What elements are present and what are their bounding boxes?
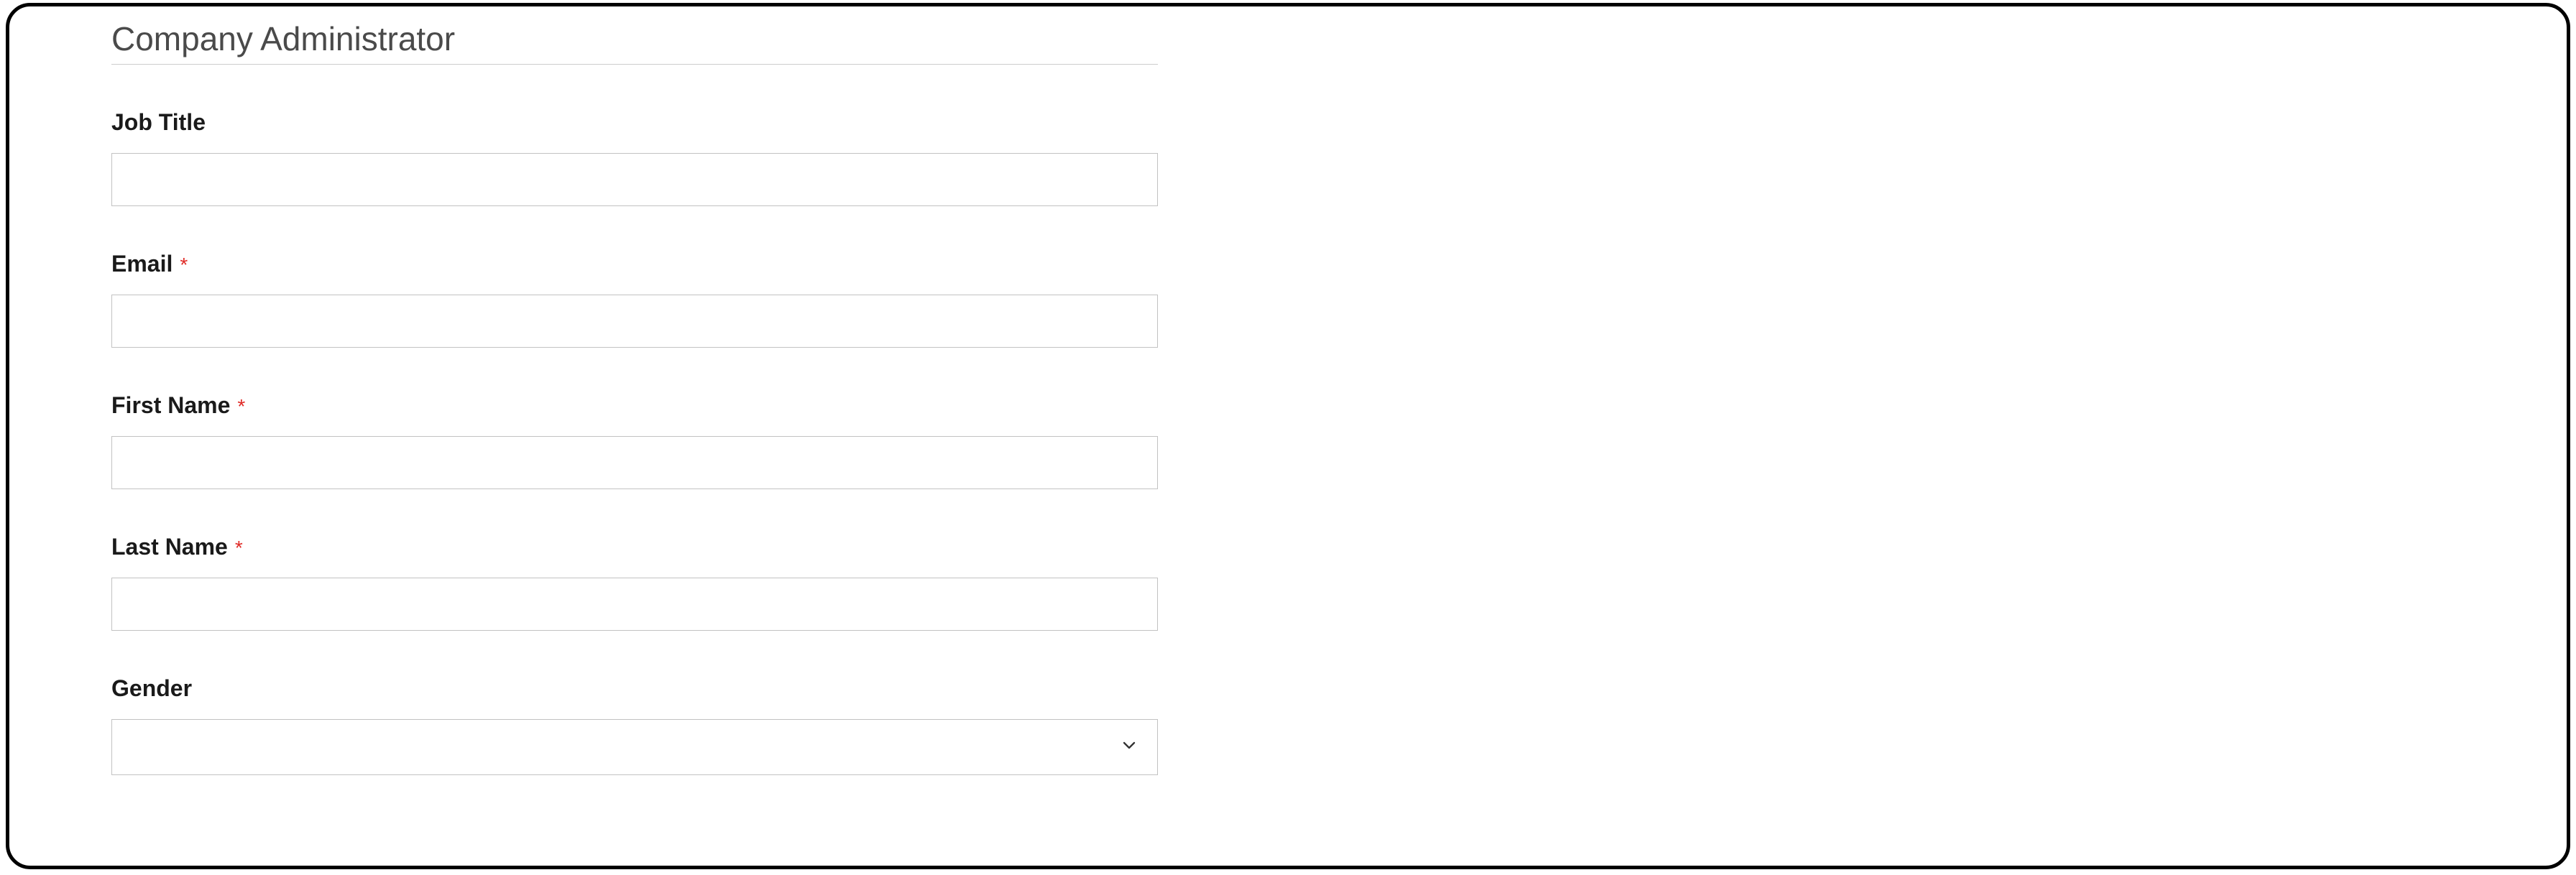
field-last-name: Last Name * xyxy=(111,534,1158,631)
field-first-name: First Name * xyxy=(111,392,1158,489)
gender-select[interactable] xyxy=(111,719,1158,775)
required-mark-email: * xyxy=(180,254,188,277)
section-title: Company Administrator xyxy=(111,19,2465,58)
job-title-input[interactable] xyxy=(111,153,1158,206)
label-row-job-title: Job Title xyxy=(111,109,1158,136)
label-row-first-name: First Name * xyxy=(111,392,1158,419)
field-email: Email * xyxy=(111,251,1158,348)
field-job-title: Job Title xyxy=(111,109,1158,206)
label-gender: Gender xyxy=(111,675,192,702)
form-panel: Company Administrator Job Title Email * … xyxy=(6,3,2570,869)
section-divider xyxy=(111,64,1158,65)
label-last-name: Last Name xyxy=(111,534,228,560)
required-mark-first-name: * xyxy=(237,395,245,418)
email-input[interactable] xyxy=(111,295,1158,348)
gender-select-wrapper xyxy=(111,719,1158,775)
form-content: Company Administrator Job Title Email * … xyxy=(9,6,2567,775)
field-gender: Gender xyxy=(111,675,1158,775)
label-email: Email xyxy=(111,251,172,277)
last-name-input[interactable] xyxy=(111,578,1158,631)
label-first-name: First Name xyxy=(111,392,230,419)
label-row-last-name: Last Name * xyxy=(111,534,1158,560)
label-row-email: Email * xyxy=(111,251,1158,277)
first-name-input[interactable] xyxy=(111,436,1158,489)
required-mark-last-name: * xyxy=(235,537,243,560)
label-row-gender: Gender xyxy=(111,675,1158,702)
label-job-title: Job Title xyxy=(111,109,206,136)
